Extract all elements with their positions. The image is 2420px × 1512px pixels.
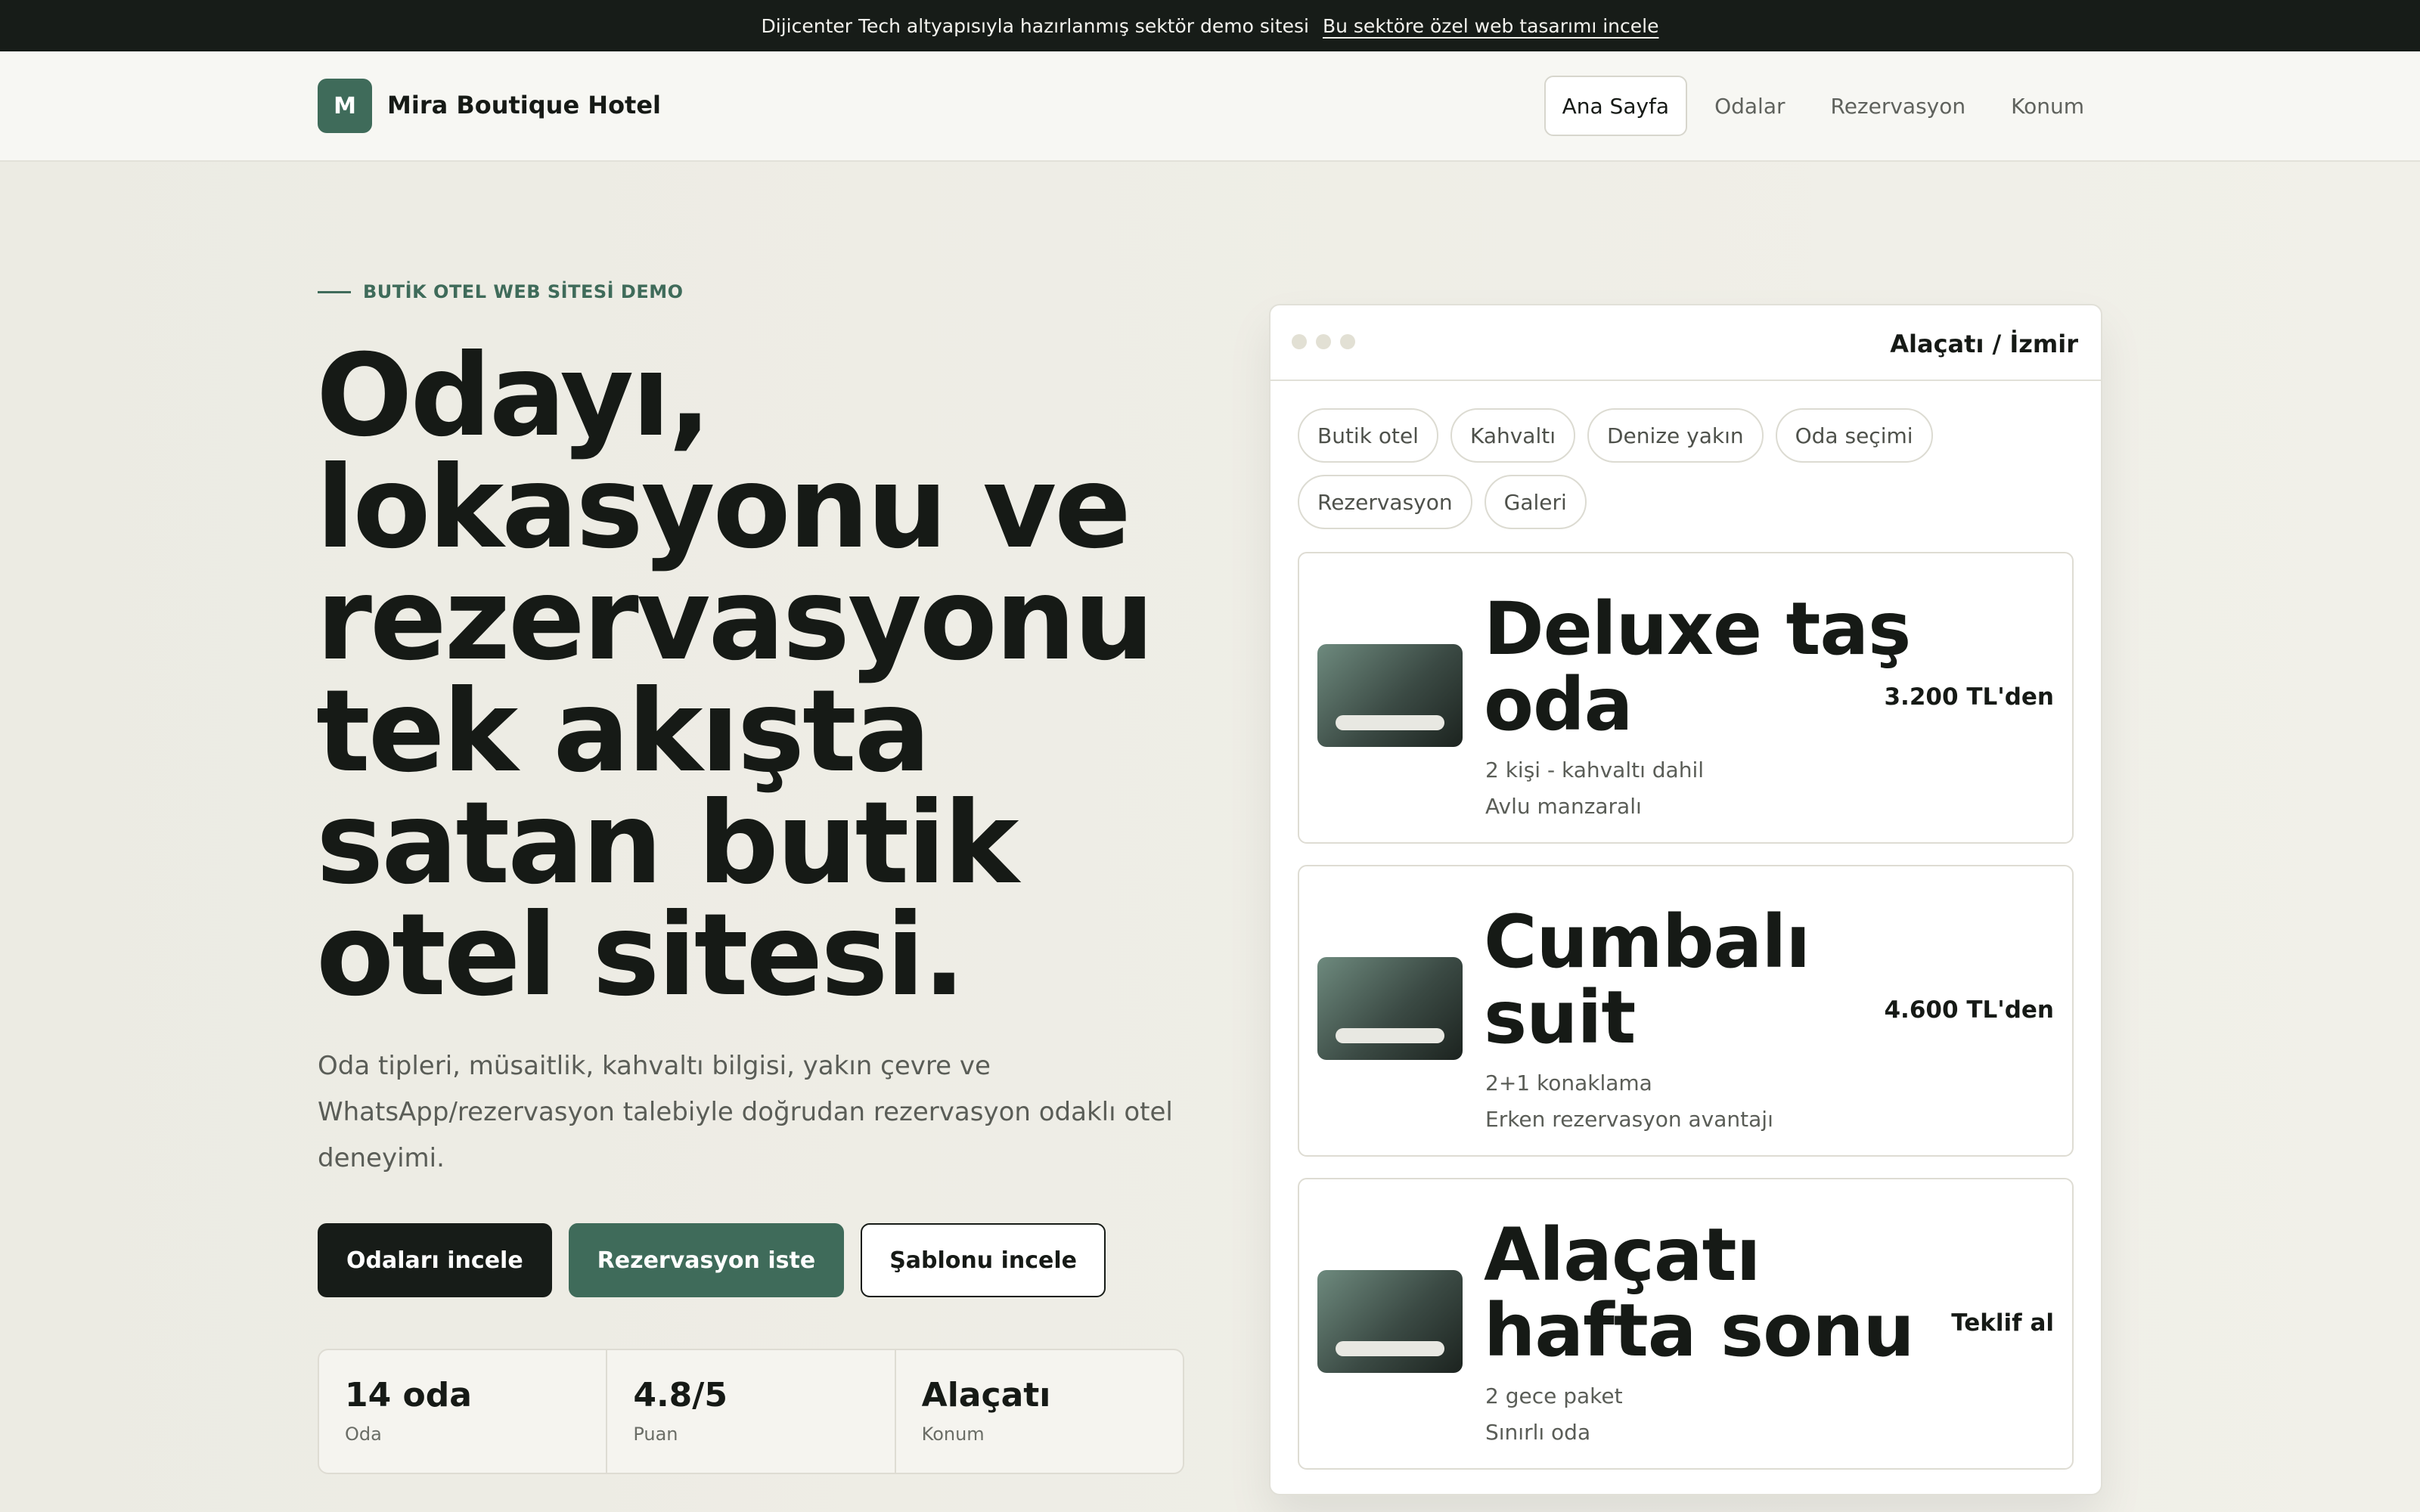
preview-location: Alaçatı / İzmir bbox=[1890, 330, 2078, 358]
feature-chips: Butik otel Kahvaltı Denize yakın Oda seç… bbox=[1298, 408, 2077, 529]
brand-name[interactable]: Mira Boutique Hotel bbox=[387, 91, 661, 119]
hero-actions: Odaları incele Rezervasyon iste Şablonu … bbox=[318, 1223, 1106, 1297]
nav-item-rezervasyon[interactable]: Rezervasyon bbox=[1813, 76, 1984, 136]
chip[interactable]: Kahvaltı bbox=[1450, 408, 1575, 463]
announcement-bar: Dijicenter Tech altyapısıyla hazırlanmış… bbox=[0, 0, 2420, 51]
hero-eyebrow: BUTİK OTEL WEB SİTESİ DEMO bbox=[318, 281, 684, 302]
headline-line: otel sitesi. bbox=[316, 890, 966, 1021]
announcement-link[interactable]: Bu sektöre özel web tasarımı incele bbox=[1323, 15, 1659, 37]
room-name: Cumbalı suit bbox=[1484, 900, 1810, 1060]
stat-rooms: 14 oda Oda bbox=[319, 1350, 608, 1473]
stats-panel: 14 oda Oda 4.8/5 Puan Alaçatı Konum bbox=[318, 1349, 1184, 1474]
headline-line: Odayı, bbox=[316, 330, 712, 462]
room-card[interactable]: Deluxe taş oda 2 kişi - kahvaltı dahil A… bbox=[1298, 552, 2074, 844]
room-feature: Avlu manzaralı bbox=[1485, 794, 1642, 819]
stat-value: 4.8/5 bbox=[633, 1376, 728, 1414]
hero-description: Oda tipleri, müsaitlik, kahvaltı bilgisi… bbox=[318, 1051, 1173, 1173]
stat-value: 14 oda bbox=[345, 1376, 472, 1414]
room-price: 4.600 TL'den bbox=[1884, 996, 2054, 1024]
room-price: 3.200 TL'den bbox=[1884, 683, 2054, 711]
room-card[interactable]: Cumbalı suit 2+1 konaklama Erken rezerva… bbox=[1298, 865, 2074, 1157]
room-feature: Sınırlı oda bbox=[1485, 1420, 1591, 1445]
chip[interactable]: Oda seçimi bbox=[1775, 408, 1933, 463]
view-rooms-button[interactable]: Odaları incele bbox=[318, 1223, 552, 1297]
window-dots-icon bbox=[1292, 334, 1355, 349]
room-feature: Erken rezervasyon avantajı bbox=[1485, 1107, 1773, 1132]
request-reservation-button[interactable]: Rezervasyon iste bbox=[568, 1223, 845, 1297]
site-header: M Mira Boutique Hotel Ana Sayfa Odalar R… bbox=[0, 51, 2420, 162]
stat-location: Alaçatı Konum bbox=[896, 1350, 1183, 1473]
stat-value: Alaçatı bbox=[921, 1376, 1051, 1414]
room-price: Teklif al bbox=[1951, 1309, 2054, 1337]
room-capacity: 2 kişi - kahvaltı dahil bbox=[1485, 758, 1705, 782]
room-list: Deluxe taş oda 2 kişi - kahvaltı dahil A… bbox=[1298, 552, 2074, 1491]
chip[interactable]: Butik otel bbox=[1298, 408, 1438, 463]
main-nav: Ana Sayfa Odalar Rezervasyon Konum bbox=[1544, 76, 2102, 136]
stat-label: Puan bbox=[633, 1424, 678, 1445]
view-template-button[interactable]: Şablonu incele bbox=[861, 1223, 1106, 1297]
stat-label: Konum bbox=[921, 1424, 985, 1445]
headline-line: satan butik bbox=[316, 778, 1019, 909]
headline-line: lokasyonu ve bbox=[316, 442, 1131, 574]
announcement-text: Dijicenter Tech altyapısıyla hazırlanmış… bbox=[761, 14, 1309, 37]
headline-line: rezervasyonu bbox=[316, 554, 1154, 686]
room-capacity: 2+1 konaklama bbox=[1485, 1070, 1652, 1095]
nav-item-konum[interactable]: Konum bbox=[1993, 76, 2102, 136]
room-card[interactable]: Alaçatı hafta sonu 2 gece paket Sınırlı … bbox=[1298, 1178, 2074, 1470]
chip[interactable]: Denize yakın bbox=[1587, 408, 1764, 463]
stat-rating: 4.8/5 Puan bbox=[607, 1350, 896, 1473]
room-name: Alaçatı hafta sonu bbox=[1484, 1213, 1915, 1373]
stat-label: Oda bbox=[345, 1424, 382, 1445]
hotel-preview-card: Alaçatı / İzmir Butik otel Kahvaltı Deni… bbox=[1269, 304, 2102, 1495]
chip[interactable]: Rezervasyon bbox=[1298, 475, 1472, 529]
room-image-icon bbox=[1317, 1270, 1463, 1373]
eyebrow-line bbox=[318, 290, 351, 293]
room-name: Deluxe taş oda bbox=[1484, 587, 1911, 747]
chip[interactable]: Galeri bbox=[1484, 475, 1587, 529]
headline-line: tek akışta bbox=[316, 666, 931, 798]
room-image-icon bbox=[1317, 957, 1463, 1060]
nav-item-ana-sayfa[interactable]: Ana Sayfa bbox=[1544, 76, 1688, 136]
nav-item-odalar[interactable]: Odalar bbox=[1696, 76, 1803, 136]
hero-headline: Odayı, lokasyonu ve rezervasyonu tek akı… bbox=[316, 330, 1208, 1021]
eyebrow-text: BUTİK OTEL WEB SİTESİ DEMO bbox=[363, 281, 684, 302]
logo-icon[interactable]: M bbox=[318, 79, 372, 133]
room-image-icon bbox=[1317, 644, 1463, 747]
room-capacity: 2 gece paket bbox=[1485, 1383, 1623, 1408]
preview-titlebar: Alaçatı / İzmir bbox=[1270, 305, 2101, 381]
